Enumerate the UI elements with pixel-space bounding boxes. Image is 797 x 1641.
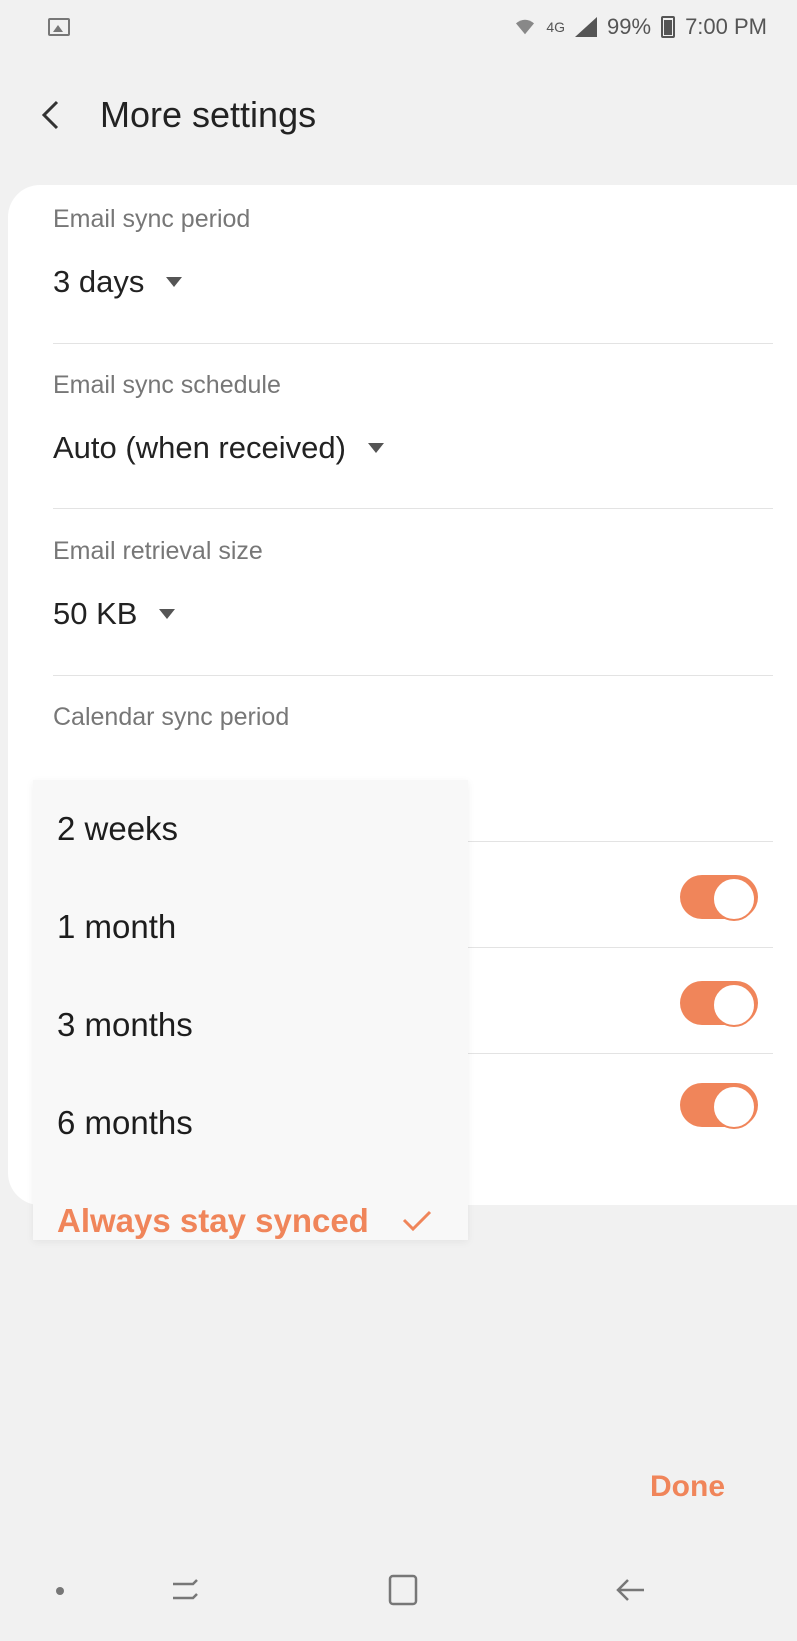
- email-retrieval-size-dropdown[interactable]: 50 KB: [53, 596, 773, 632]
- menu-item-6-months[interactable]: 6 months: [33, 1074, 468, 1172]
- divider: [53, 675, 773, 676]
- check-icon: [402, 1210, 432, 1232]
- email-retrieval-size-setting[interactable]: Email retrieval size 50 KB: [53, 537, 773, 632]
- toggle-switch-2[interactable]: [680, 981, 758, 1027]
- divider: [53, 508, 773, 509]
- toggle-switch-1[interactable]: [680, 875, 758, 921]
- toggle-switch-3[interactable]: [680, 1083, 758, 1129]
- menu-item-always-stay-synced[interactable]: Always stay synced: [33, 1172, 468, 1270]
- page-title: More settings: [100, 94, 317, 135]
- calendar-sync-period-label: Calendar sync period: [53, 703, 290, 731]
- menu-item-label: Always stay synced: [57, 1202, 369, 1239]
- recent-apps-icon[interactable]: [165, 1570, 205, 1610]
- battery-icon: [661, 16, 676, 38]
- email-sync-schedule-label: Email sync schedule: [53, 371, 281, 399]
- email-sync-period-dropdown[interactable]: 3 days: [53, 264, 773, 300]
- status-bar: 4G 99% 7:00 PM: [0, 0, 797, 60]
- menu-item-3-months[interactable]: 3 months: [33, 976, 468, 1074]
- email-sync-schedule-value: Auto (when received): [53, 430, 346, 465]
- done-button[interactable]: Done: [650, 1470, 725, 1504]
- network-type: 4G: [546, 19, 566, 35]
- navigation-bar: [0, 1540, 797, 1641]
- back-arrow-icon[interactable]: [610, 1570, 650, 1610]
- email-sync-schedule-setting[interactable]: Email sync schedule Auto (when received): [53, 371, 773, 466]
- email-sync-schedule-dropdown[interactable]: Auto (when received): [53, 430, 773, 466]
- caret-down-icon: [159, 609, 176, 619]
- calendar-sync-period-menu: 2 weeks 1 month 3 months 6 months Always…: [33, 780, 468, 1240]
- email-sync-period-setting[interactable]: Email sync period 3 days: [53, 205, 773, 300]
- chevron-left-icon: [41, 100, 59, 130]
- menu-item-2-weeks[interactable]: 2 weeks: [33, 780, 468, 878]
- wifi-icon: [516, 19, 535, 35]
- signal-icon: [575, 17, 598, 37]
- divider: [53, 343, 773, 344]
- home-icon[interactable]: [386, 1570, 422, 1610]
- email-sync-period-value: 3 days: [53, 264, 145, 299]
- email-retrieval-size-label: Email retrieval size: [53, 537, 263, 565]
- email-retrieval-size-value: 50 KB: [53, 596, 138, 631]
- clock: 7:00 PM: [685, 14, 767, 39]
- menu-item-1-month[interactable]: 1 month: [33, 878, 468, 976]
- gallery-notification-icon: [48, 18, 70, 36]
- app-bar: More settings: [0, 70, 797, 160]
- email-sync-period-label: Email sync period: [53, 205, 251, 233]
- back-button[interactable]: [0, 70, 100, 160]
- caret-down-icon: [166, 277, 183, 287]
- calendar-sync-period-setting[interactable]: Calendar sync period: [53, 703, 773, 732]
- nav-dot-icon: [56, 1587, 64, 1595]
- status-icons: 4G 99% 7:00 PM: [514, 14, 767, 40]
- caret-down-icon: [367, 443, 384, 453]
- battery-percent: 99%: [607, 14, 652, 39]
